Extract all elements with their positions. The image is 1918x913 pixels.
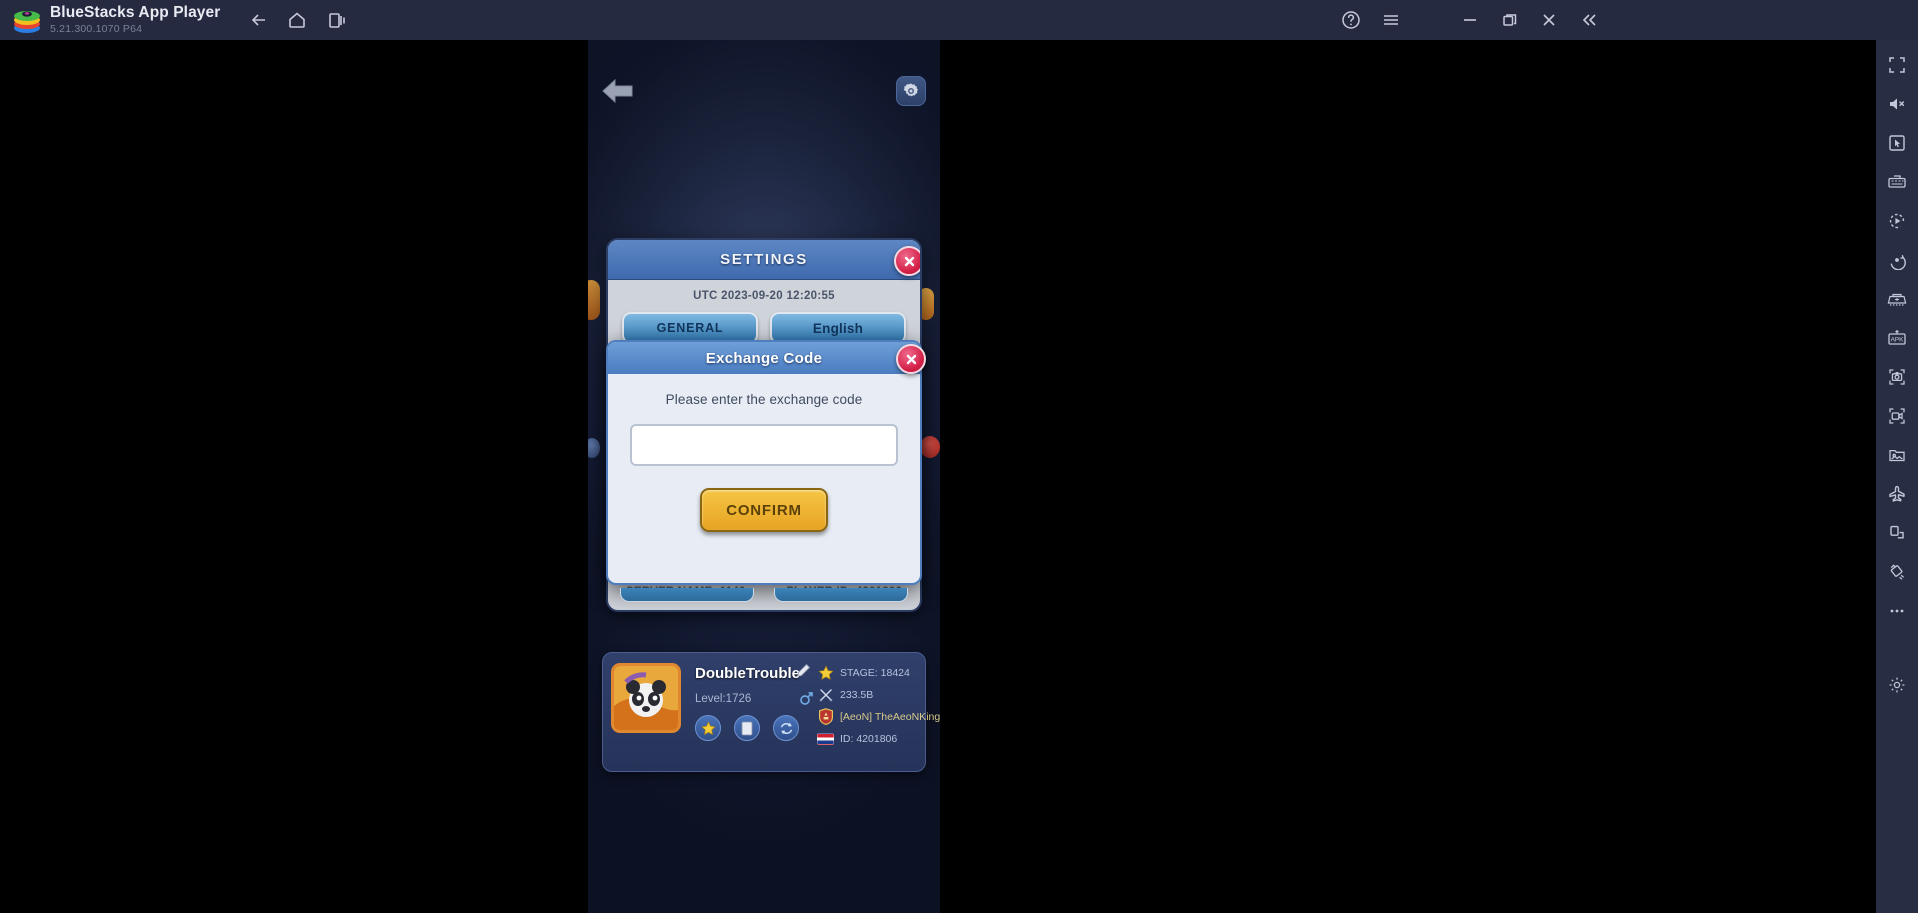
game-controls-button[interactable]	[1882, 128, 1912, 158]
player-card: DoubleTrouble Level:1726 STAGE: 18424 23…	[602, 652, 940, 772]
game-settings-button[interactable]	[896, 76, 926, 106]
panda-avatar-icon[interactable]	[611, 663, 681, 733]
fullscreen-button[interactable]	[1882, 50, 1912, 80]
media-manager-button[interactable]	[1882, 440, 1912, 470]
bluestacks-sidebar: APK	[1876, 40, 1918, 913]
left-ball-ornament	[588, 438, 600, 458]
pencil-icon[interactable]	[795, 663, 811, 684]
stage-stat: STAGE: 18424	[817, 664, 910, 681]
exchange-code-input[interactable]	[630, 424, 898, 466]
collapse-sidebar-button[interactable]	[1575, 6, 1603, 34]
menu-button[interactable]	[1377, 6, 1405, 34]
player-name: DoubleTrouble	[695, 665, 800, 682]
exchange-dialog-header: Exchange Code	[608, 342, 920, 374]
rotate-screen-button[interactable]	[1882, 518, 1912, 548]
screenshot-button[interactable]	[1882, 362, 1912, 392]
shake-button[interactable]	[1882, 557, 1912, 587]
player-level: Level:1726	[695, 693, 752, 705]
keyboard-controls-button[interactable]	[1882, 167, 1912, 197]
more-options-button[interactable]	[1882, 596, 1912, 626]
back-button[interactable]	[245, 6, 273, 34]
guild-value: [AeoN] TheAeoNKings	[840, 710, 940, 723]
language-label: English	[812, 320, 864, 336]
confirm-button[interactable]: CONFIRM	[700, 488, 828, 532]
game-back-button[interactable]	[600, 76, 636, 106]
home-button[interactable]	[283, 6, 311, 34]
eco-mode-button[interactable]	[1882, 479, 1912, 509]
mute-button[interactable]	[1882, 89, 1912, 119]
player-id-value: ID: 4201806	[840, 732, 898, 745]
app-version: 5.21.300.1070 P64	[50, 23, 143, 35]
guild-stat[interactable]: [AeoN] TheAeoNKings	[817, 708, 940, 725]
settings-header: SETTINGS	[608, 240, 920, 280]
gyroscope-button[interactable]	[1882, 245, 1912, 275]
records-button[interactable]	[734, 715, 760, 741]
occluded-settings-button-left[interactable]	[620, 588, 754, 602]
settings-button[interactable]	[1882, 670, 1912, 700]
exchange-dialog-close-button[interactable]	[896, 344, 926, 374]
utc-time: UTC 2023-09-20 12:20:55	[693, 290, 835, 302]
settings-close-button[interactable]	[894, 246, 920, 276]
switch-account-button[interactable]	[773, 715, 799, 741]
confirm-button-label: CONFIRM	[726, 501, 802, 519]
stage-value: STAGE: 18424	[840, 666, 910, 679]
flag-icon	[817, 730, 834, 747]
damage-stat: 233.5B	[817, 686, 873, 703]
bluestacks-logo-icon	[12, 6, 42, 34]
damage-value: 233.5B	[840, 688, 874, 701]
swords-icon	[817, 686, 834, 703]
close-button[interactable]	[1535, 6, 1563, 34]
gamepad-button[interactable]	[1882, 284, 1912, 314]
exchange-code-dialog: Exchange Code Please enter the exchange …	[606, 340, 926, 585]
general-tab-label: GENERAL	[656, 321, 724, 335]
settings-title: SETTINGS	[720, 251, 808, 268]
star-icon	[817, 664, 834, 681]
macro-recorder-button[interactable]	[1882, 206, 1912, 236]
recents-button[interactable]	[323, 6, 351, 34]
player-id-stat: ID: 4201806	[817, 730, 897, 747]
record-screen-button[interactable]	[1882, 401, 1912, 431]
minimize-button[interactable]	[1456, 6, 1484, 34]
guild-shield-icon	[817, 708, 834, 725]
svg-text:APK: APK	[1891, 336, 1905, 343]
app-title: BlueStacks App Player	[50, 4, 221, 21]
occluded-settings-button-right[interactable]	[774, 588, 908, 602]
install-apk-button[interactable]: APK	[1882, 323, 1912, 353]
exchange-dialog-title: Exchange Code	[705, 349, 823, 367]
exchange-dialog-body: Please enter the exchange code CONFIRM	[608, 374, 920, 532]
help-button[interactable]	[1337, 6, 1365, 34]
male-icon	[799, 690, 813, 711]
maximize-button[interactable]	[1496, 6, 1524, 34]
achievements-button[interactable]	[695, 715, 721, 741]
game-viewport: SETTINGS UTC 2023-09-20 12:20:55 GENERAL…	[588, 40, 940, 913]
exchange-code-prompt: Please enter the exchange code	[665, 392, 863, 407]
titlebar: BlueStacks App Player 5.21.300.1070 P64	[0, 0, 1918, 40]
left-ornament	[588, 280, 600, 320]
right-ball-ornament	[920, 436, 940, 458]
